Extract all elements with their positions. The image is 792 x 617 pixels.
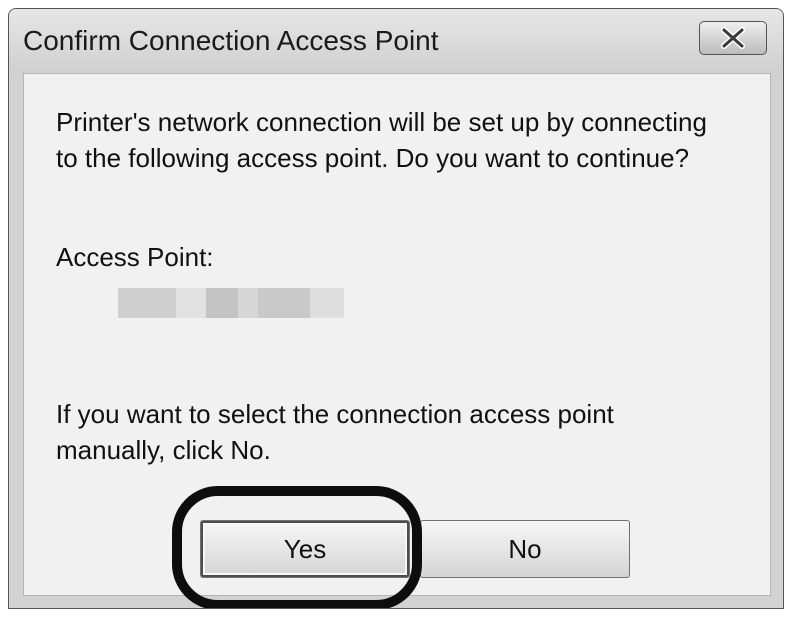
dialog-window: Confirm Connection Access Point Printer'… bbox=[8, 8, 784, 609]
close-button[interactable] bbox=[699, 21, 767, 55]
access-point-label: Access Point: bbox=[56, 242, 214, 272]
message-line: to the following access point. Do you wa… bbox=[56, 143, 690, 173]
close-icon bbox=[721, 27, 745, 49]
manual-select-note: If you want to select the connection acc… bbox=[56, 396, 756, 468]
dialog-content: Printer's network connection will be set… bbox=[23, 73, 771, 608]
title-bar[interactable]: Confirm Connection Access Point bbox=[9, 9, 783, 73]
note-line: If you want to select the connection acc… bbox=[56, 399, 614, 429]
dialog-title: Confirm Connection Access Point bbox=[23, 25, 439, 56]
no-button[interactable]: No bbox=[420, 520, 630, 578]
message-line: Printer's network connection will be set… bbox=[56, 107, 707, 137]
access-point-value-blurred bbox=[118, 288, 344, 318]
note-line: manually, click No. bbox=[56, 435, 271, 465]
yes-button[interactable]: Yes bbox=[200, 520, 410, 578]
message-text: Printer's network connection will be set… bbox=[56, 104, 756, 176]
